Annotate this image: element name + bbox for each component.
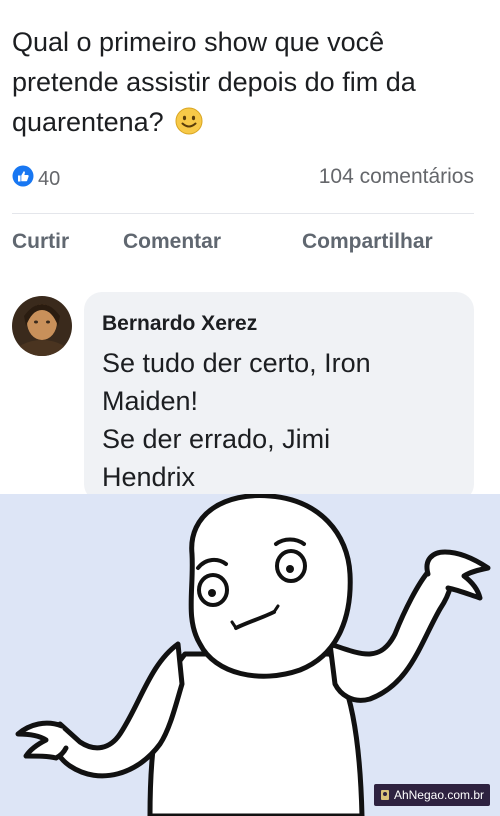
shrug-meme-image (0, 494, 500, 816)
post-actions: Curtir Comentar Compartilhar (12, 230, 482, 262)
comment-line: Maiden! (102, 386, 199, 416)
shrug-meme-icon (15, 494, 491, 816)
comment-author[interactable]: Bernardo Xerez (102, 312, 257, 336)
post-question: Qual o primeiro show que você pretende a… (12, 27, 416, 137)
comment-text: Se tudo der certo, Iron Maiden! Se der e… (102, 344, 462, 496)
watermark-text: AhNegao.com.br (393, 788, 484, 802)
like-reaction-icon (12, 165, 38, 193)
like-count: 40 (38, 167, 61, 190)
smiley-emoji-icon (175, 106, 203, 146)
logo-icon (380, 790, 389, 800)
like-button[interactable]: Curtir (12, 230, 69, 254)
divider (12, 213, 474, 214)
comment-bubble: Bernardo Xerez Se tudo der certo, Iron M… (84, 292, 474, 502)
share-button[interactable]: Compartilhar (302, 230, 433, 254)
post-stats: 40 104 comentários (12, 165, 474, 191)
facebook-post: Qual o primeiro show que você pretende a… (0, 0, 500, 502)
comment-line: Hendrix (102, 462, 196, 492)
post-text: Qual o primeiro show que você pretende a… (12, 22, 492, 146)
comment: Bernardo Xerez Se tudo der certo, Iron M… (0, 292, 500, 502)
avatar[interactable] (12, 296, 72, 356)
like-summary[interactable]: 40 (12, 165, 60, 193)
watermark: AhNegao.com.br (373, 784, 490, 806)
comment-button[interactable]: Comentar (123, 230, 221, 254)
comment-count[interactable]: 104 comentários (319, 165, 474, 189)
comment-line: Se tudo der certo, Iron (102, 348, 371, 378)
comment-line: Se der errado, Jimi (102, 424, 331, 454)
